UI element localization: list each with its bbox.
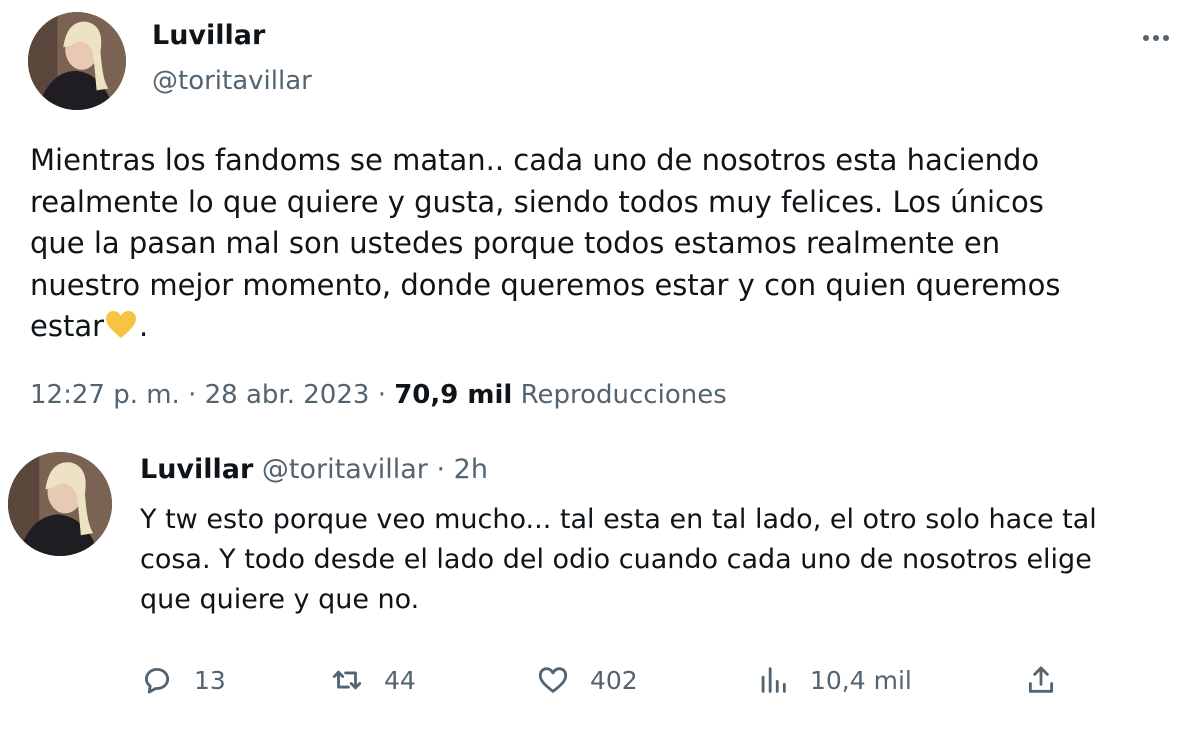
reply-count: 13	[194, 665, 226, 695]
separator-dot: ·	[436, 454, 446, 485]
author-handle[interactable]: @toritavillar	[152, 66, 312, 96]
reply-avatar[interactable]	[8, 452, 112, 556]
more-dot	[1153, 35, 1159, 41]
reply-age[interactable]: 2h	[454, 454, 488, 485]
reply-author-name[interactable]: Luvillar	[140, 454, 253, 485]
views-count-small: 10,4 mil	[810, 665, 912, 695]
yellow-heart-icon	[106, 311, 137, 338]
views-count: 70,9 mil	[394, 380, 513, 410]
separator-dot: ·	[188, 380, 197, 410]
retweet-button[interactable]: 44	[330, 660, 416, 700]
bar-chart-icon	[761, 667, 786, 693]
retweet-icon	[332, 670, 362, 690]
like-count: 402	[590, 665, 638, 695]
like-button[interactable]: 402	[536, 660, 638, 700]
tweet-time[interactable]: 12:27 p. m.	[30, 380, 180, 410]
more-horizontal-icon	[1143, 35, 1149, 41]
tweet-text: Mientras los fandoms se matan.. cada uno…	[30, 140, 1180, 348]
more-dot	[1163, 35, 1169, 41]
more-options-button[interactable]	[1136, 24, 1176, 52]
avatar[interactable]	[28, 12, 126, 110]
reply-header: Luvillar @toritavillar · 2h	[140, 454, 488, 485]
share-button[interactable]	[1024, 660, 1058, 700]
speech-bubble-icon	[144, 667, 170, 694]
reply-text: Y tw esto porque veo mucho... tal esta e…	[140, 504, 1097, 615]
author-name[interactable]: Luvillar	[152, 20, 265, 51]
tweet-text-main: Mientras los fandoms se matan.. cada uno…	[30, 143, 1061, 343]
share-upload-icon	[1028, 666, 1054, 693]
heart-icon	[538, 667, 568, 693]
views-button[interactable]: 10,4 mil	[756, 660, 912, 700]
tweet-metadata: 12:27 p. m. · 28 abr. 2023 · 70,9 mil Re…	[30, 380, 727, 410]
avatar-photo	[8, 452, 112, 556]
tweet-text-end: .	[139, 309, 149, 343]
retweet-count: 44	[384, 665, 416, 695]
views-label: Reproducciones	[520, 380, 727, 410]
separator-dot: ·	[377, 380, 386, 410]
avatar-photo	[28, 12, 126, 110]
reply-button[interactable]: 13	[140, 660, 226, 700]
tweet-date[interactable]: 28 abr. 2023	[205, 380, 370, 410]
reply-author-handle[interactable]: @toritavillar	[262, 454, 428, 485]
